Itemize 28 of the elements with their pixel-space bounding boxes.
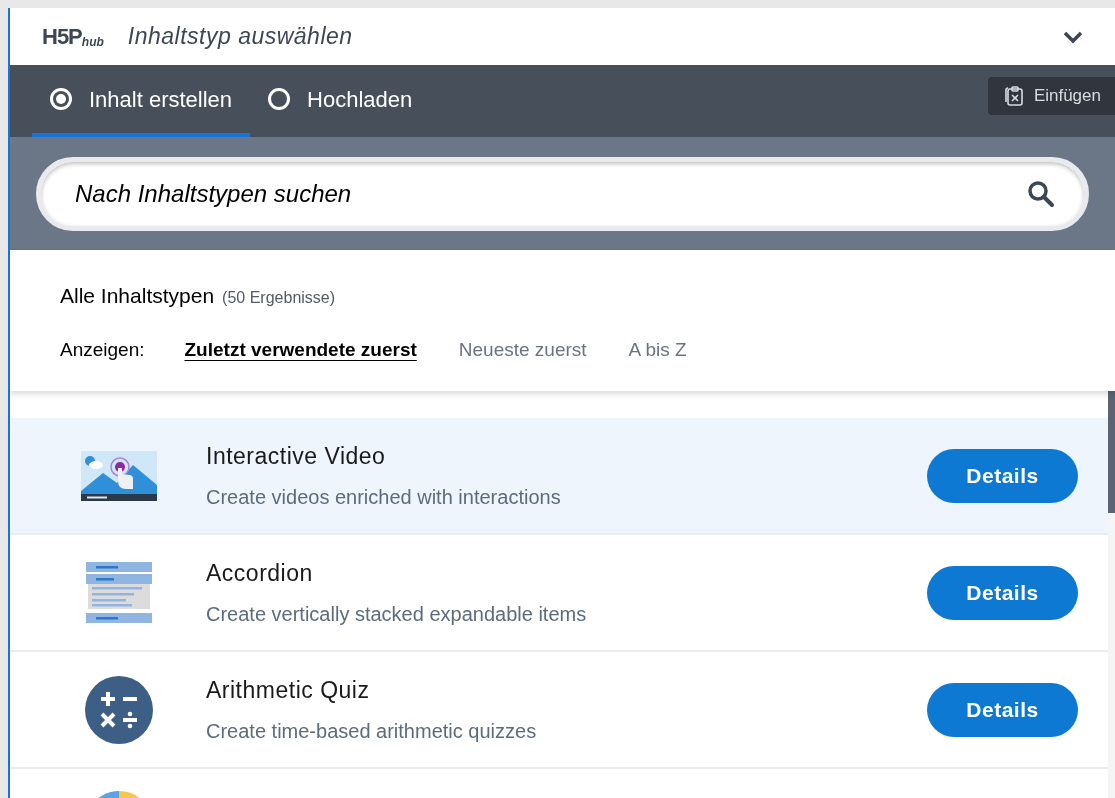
scrollbar-thumb[interactable] (1108, 391, 1115, 513)
math-operators-icon (85, 675, 153, 744)
content-type-description: Create vertically stacked expandable items (206, 601, 588, 627)
content-type-title: Interactive Video (206, 442, 387, 472)
search-icon[interactable] (1027, 179, 1055, 208)
sort-option[interactable]: Zuletzt verwendete zuerst (184, 335, 417, 364)
search-field[interactable]: Nach Inhaltstypen suchen (36, 156, 1089, 231)
clipboard-icon (1003, 85, 1024, 107)
details-button[interactable]: Details (927, 682, 1078, 737)
h5p-logo: H5Phub (42, 25, 104, 48)
video-icon (81, 450, 157, 501)
sort-label: Anzeigen: (60, 337, 145, 362)
content-type-title: Accordion (206, 559, 314, 589)
content-type-description: Create time-based arithmetic quizzes (206, 718, 538, 744)
details-button[interactable]: Details (927, 448, 1078, 503)
sort-option[interactable]: Neueste zuerst (458, 335, 587, 364)
sort-option[interactable]: A bis Z (628, 335, 687, 364)
content-type-description: Create videos enriched with interactions (206, 484, 562, 510)
results-count: (50 Ergebnisse) (222, 288, 336, 308)
results-heading: Alle Inhaltstypen (60, 283, 215, 309)
paste-button[interactable]: Einfügen (987, 77, 1115, 115)
accordion-icon (86, 561, 152, 624)
content-type-title: Arithmetic Quiz (206, 676, 371, 706)
window-title: Inhaltstyp auswählen (127, 22, 353, 52)
details-button[interactable]: Details (927, 565, 1078, 620)
content-type-row[interactable]: Interactive Video Create videos enriched with interactions Details (10, 418, 1108, 535)
chevron-icon[interactable] (1063, 29, 1083, 44)
radio-tab[interactable]: Hochladen (250, 65, 431, 137)
